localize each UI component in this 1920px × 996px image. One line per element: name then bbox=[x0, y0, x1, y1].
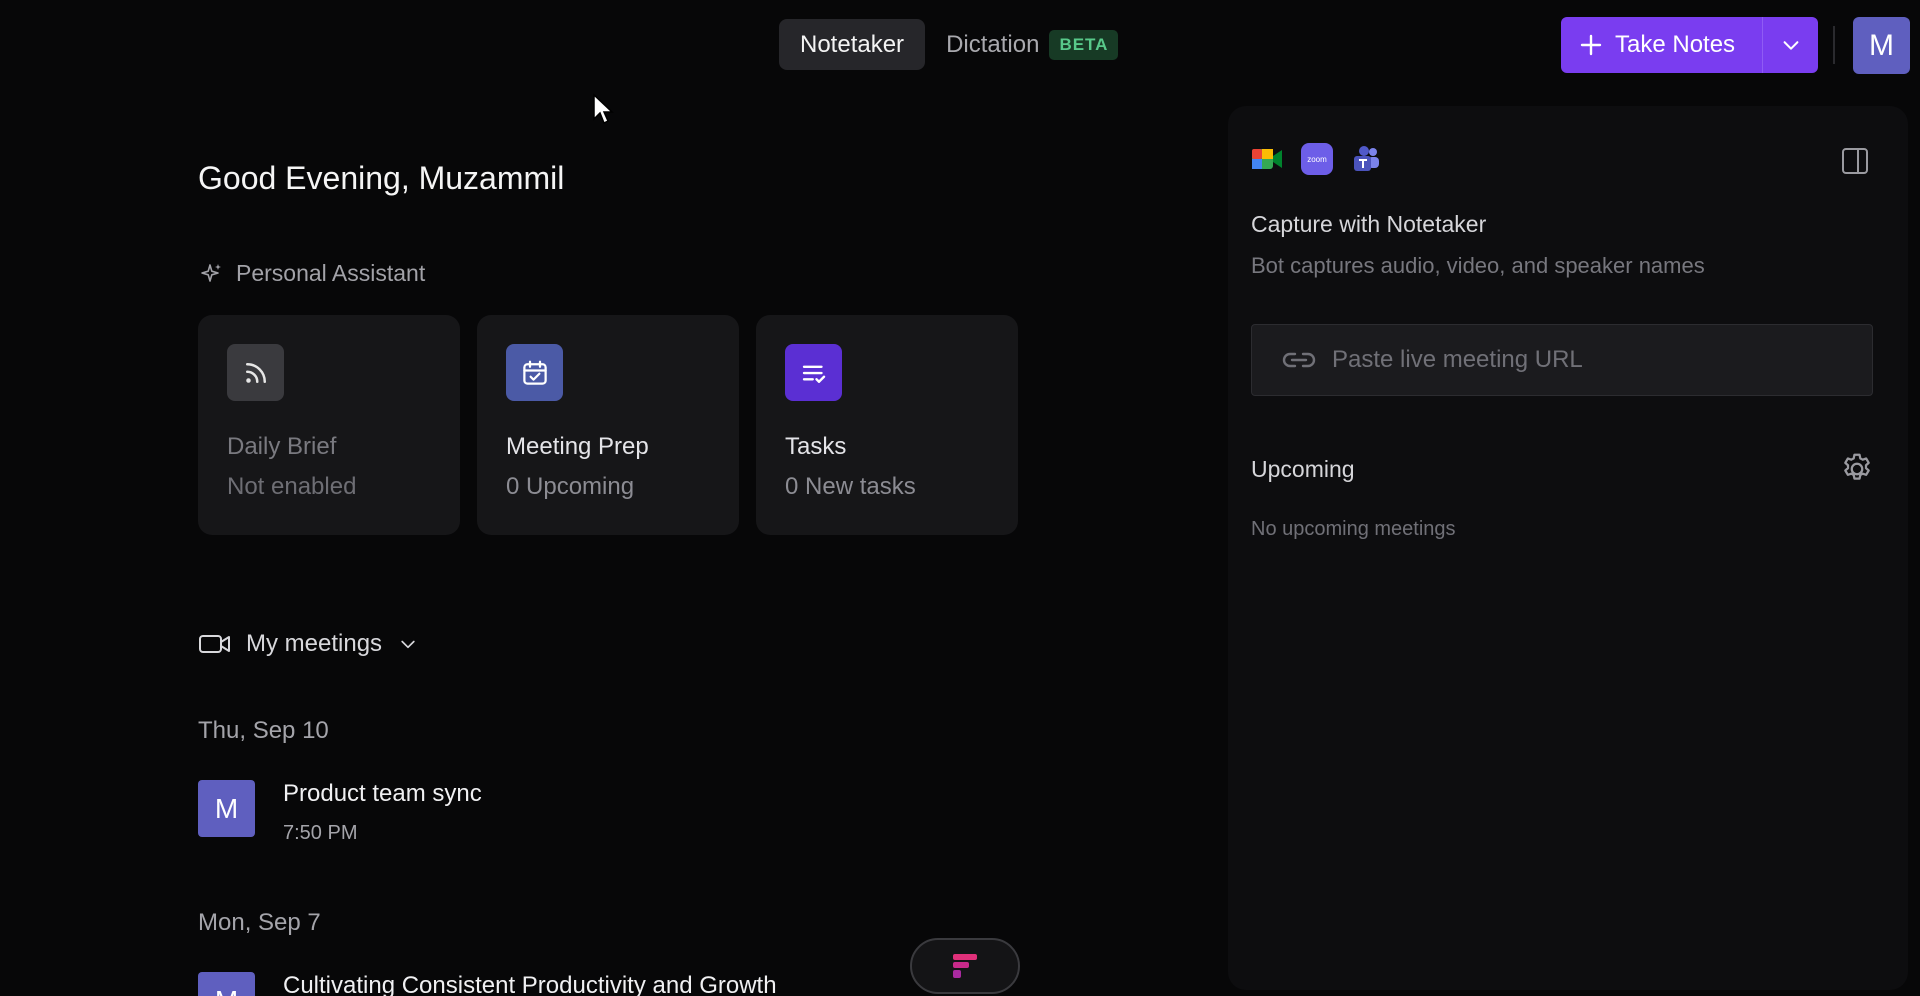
task-list-icon bbox=[785, 344, 842, 401]
personal-assistant-heading: Personal Assistant bbox=[200, 260, 425, 287]
greeting-heading: Good Evening, Muzammil bbox=[198, 160, 565, 196]
card-subtitle: 0 New tasks bbox=[785, 473, 916, 500]
meeting-time: 7:50 PM bbox=[283, 822, 358, 844]
chevron-down-icon bbox=[401, 640, 415, 649]
teams-icon bbox=[1354, 146, 1379, 171]
take-notes-label: Take Notes bbox=[1615, 31, 1736, 58]
plus-icon bbox=[1580, 34, 1602, 56]
tab-notetaker[interactable]: Notetaker bbox=[779, 19, 926, 70]
take-notes-dropdown-button[interactable] bbox=[1762, 17, 1818, 73]
card-tasks[interactable]: Tasks 0 New tasks bbox=[756, 315, 1018, 535]
card-meeting-prep[interactable]: Meeting Prep 0 Upcoming bbox=[477, 315, 739, 535]
calendar-check-icon bbox=[506, 344, 563, 401]
card-title: Tasks bbox=[785, 433, 847, 460]
tab-notetaker-label: Notetaker bbox=[800, 30, 905, 58]
meeting-date-header: Thu, Sep 10 bbox=[198, 717, 329, 744]
meeting-title: Cultivating Consistent Productivity and … bbox=[283, 972, 777, 996]
tab-dictation[interactable]: Dictation BETA bbox=[925, 19, 1139, 70]
meeting-url-input[interactable] bbox=[1332, 346, 1852, 374]
capture-subtitle: Bot captures audio, video, and speaker n… bbox=[1251, 253, 1705, 278]
tab-dictation-label: Dictation bbox=[946, 30, 1040, 58]
google-meet-icon bbox=[1252, 149, 1282, 169]
meeting-title: Product team sync bbox=[283, 780, 482, 807]
meeting-avatar: M bbox=[198, 780, 255, 837]
card-subtitle: Not enabled bbox=[227, 473, 357, 500]
app-launcher-button[interactable] bbox=[910, 938, 1020, 994]
my-meetings-label: My meetings bbox=[246, 630, 383, 657]
user-avatar[interactable]: M bbox=[1853, 17, 1910, 74]
meeting-item[interactable]: M Cultivating Consistent Productivity an… bbox=[198, 972, 777, 996]
take-notes-button-group: Take Notes bbox=[1561, 17, 1818, 73]
personal-assistant-label: Personal Assistant bbox=[236, 260, 426, 286]
upcoming-title: Upcoming bbox=[1251, 456, 1355, 482]
chevron-down-icon bbox=[1783, 41, 1798, 50]
meeting-url-field[interactable] bbox=[1251, 324, 1873, 396]
meeting-avatar: M bbox=[198, 972, 255, 996]
video-camera-icon bbox=[199, 635, 230, 653]
mouse-cursor-icon bbox=[593, 93, 614, 125]
capture-title: Capture with Notetaker bbox=[1251, 211, 1487, 237]
card-subtitle: 0 Upcoming bbox=[506, 473, 635, 500]
meeting-apps: zoom bbox=[1251, 143, 1381, 175]
mode-tabs: Notetaker Dictation BETA bbox=[779, 19, 1139, 70]
gear-icon[interactable] bbox=[1839, 451, 1875, 487]
card-daily-brief[interactable]: Daily Brief Not enabled bbox=[198, 315, 460, 535]
meeting-item[interactable]: M Product team sync 7:50 PM bbox=[198, 780, 482, 845]
no-upcoming-text: No upcoming meetings bbox=[1251, 518, 1456, 540]
link-icon bbox=[1282, 352, 1316, 368]
rss-icon bbox=[227, 344, 284, 401]
app-logo-icon bbox=[953, 954, 977, 978]
zoom-icon: zoom bbox=[1301, 143, 1333, 175]
header-divider bbox=[1833, 26, 1835, 64]
card-title: Meeting Prep bbox=[506, 433, 649, 460]
my-meetings-dropdown[interactable]: My meetings bbox=[198, 630, 418, 658]
capture-panel: zoom Capture with Notetaker Bot captures… bbox=[1228, 106, 1908, 990]
sidebar-toggle-icon[interactable] bbox=[1840, 146, 1870, 176]
take-notes-button[interactable]: Take Notes bbox=[1561, 17, 1762, 73]
card-title: Daily Brief bbox=[227, 433, 337, 460]
beta-badge: BETA bbox=[1049, 29, 1119, 60]
meeting-date-header: Mon, Sep 7 bbox=[198, 909, 321, 936]
sparkle-icon bbox=[201, 263, 221, 282]
